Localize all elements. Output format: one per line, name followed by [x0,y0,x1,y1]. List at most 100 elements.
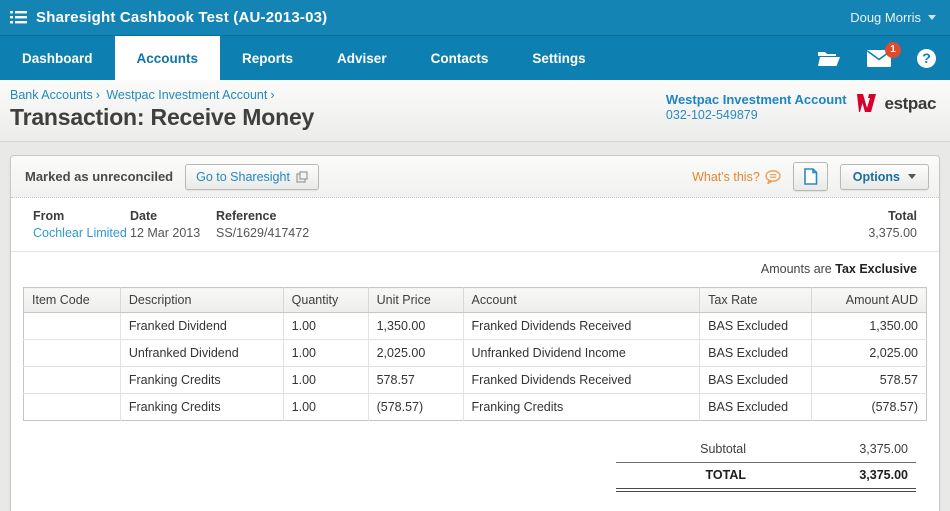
line-items-table: Item Code Description Quantity Unit Pric… [23,287,927,421]
table-row: Franking Credits 1.00 578.57 Franked Div… [23,366,927,394]
options-button[interactable]: Options [839,163,929,190]
user-menu[interactable]: Doug Morris [850,10,936,25]
transaction-meta: From Cochlear Limited Date 12 Mar 2013 R… [11,198,939,249]
tab-reports[interactable]: Reports [220,36,315,80]
cell-description: Unfranked Dividend [120,339,284,367]
reference-label: Reference [216,209,277,223]
breadcrumb: Bank Accounts › Westpac Investment Accoun… [10,88,314,102]
cell-account: Unfranked Dividend Income [463,339,701,367]
breadcrumb-westpac-account[interactable]: Westpac Investment Account [106,88,267,102]
total-value: 3,375.00 [868,226,917,240]
app-window: Sharesight Cashbook Test (AU-2013-03) Do… [0,0,950,511]
cell-description: Franked Dividend [120,312,284,340]
go-to-sharesight-button[interactable]: Go to Sharesight [185,163,319,190]
total-label: Total [888,209,917,223]
whats-this-label: What's this? [692,169,760,184]
bank-account-number: 032-102-549879 [665,108,758,122]
cell-account: Franked Dividends Received [463,312,701,340]
tab-adviser[interactable]: Adviser [315,36,409,80]
cell-quantity: 1.00 [283,366,369,394]
tab-accounts[interactable]: Accounts [114,36,221,80]
breadcrumb-bank-accounts[interactable]: Bank Accounts [10,88,93,102]
panel-header: Marked as unreconciled Go to Sharesight … [11,156,939,198]
table-row: Franked Dividend 1.00 1,350.00 Franked D… [23,312,927,340]
tab-settings[interactable]: Settings [510,36,607,80]
cell-quantity: 1.00 [283,393,369,421]
files-folder-icon[interactable] [817,49,841,67]
table-row: Franking Credits 1.00 (578.57) Franking … [23,393,927,421]
org-title: Sharesight Cashbook Test (AU-2013-03) [36,9,328,26]
help-icon[interactable]: ? [917,48,936,68]
amounts-note-mode: Tax Exclusive [835,262,917,276]
cell-account: Franking Credits [463,393,701,421]
inbox-mail-icon[interactable]: 1 [867,41,901,67]
subtotal-value: 3,375.00 [859,442,908,456]
col-account: Account [463,287,701,313]
transaction-panel: Marked as unreconciled Go to Sharesight … [10,155,940,511]
cell-quantity: 1.00 [283,339,369,367]
col-tax-rate: Tax Rate [699,287,813,313]
tab-contacts[interactable]: Contacts [409,36,511,80]
cell-tax-rate: BAS Excluded [699,393,813,421]
col-item-code: Item Code [23,287,121,313]
col-unit-price: Unit Price [368,287,464,313]
cell-tax-rate: BAS Excluded [699,366,813,394]
main-nav: Dashboard Accounts Reports Adviser Conta… [0,36,950,80]
table-row: Unfranked Dividend 1.00 2,025.00 Unfrank… [23,339,927,367]
grand-total-label: TOTAL [705,468,746,482]
go-to-sharesight-label: Go to Sharesight [196,169,290,184]
westpac-w-icon [856,94,876,112]
date-label: Date [130,209,158,223]
col-amount-aud: Amount AUD [811,287,927,313]
tab-dashboard[interactable]: Dashboard [0,36,115,80]
col-description: Description [120,287,284,313]
page-header: Bank Accounts › Westpac Investment Accoun… [0,80,950,142]
westpac-logo: estpac [856,94,937,114]
cell-amount: 578.57 [811,366,927,394]
amounts-note: Amounts are Tax Exclusive [11,252,939,285]
cell-description: Franking Credits [120,366,284,394]
cell-item-code [23,312,121,340]
cell-description: Franking Credits [120,393,284,421]
cell-amount: 1,350.00 [811,312,927,340]
breadcrumb-separator: › [95,88,100,102]
table-header-row: Item Code Description Quantity Unit Pric… [23,287,927,313]
page-title: Transaction: Receive Money [10,104,315,130]
amounts-note-prefix: Amounts are [760,262,836,276]
user-name: Doug Morris [850,10,921,25]
options-label: Options [852,169,900,184]
cell-account: Franked Dividends Received [463,366,701,394]
cell-quantity: 1.00 [283,312,369,340]
grand-total-value: 3,375.00 [859,468,908,482]
org-list-icon[interactable] [10,10,27,25]
cell-tax-rate: BAS Excluded [699,339,813,367]
document-icon [803,168,818,185]
col-quantity: Quantity [283,287,369,313]
breadcrumb-separator: › [270,88,275,102]
from-label: From [33,209,65,223]
cell-item-code [23,366,121,394]
cell-unit-price: 1,350.00 [368,312,464,340]
cell-item-code [23,393,121,421]
cell-amount: (578.57) [811,393,927,421]
cell-tax-rate: BAS Excluded [699,312,813,340]
cell-unit-price: (578.57) [368,393,464,421]
bank-account-name[interactable]: Westpac Investment Account [666,92,847,107]
speech-bubble-icon [765,169,781,184]
copy-document-button[interactable] [792,162,828,191]
date-value: 12 Mar 2013 [130,226,201,240]
content-area: Marked as unreconciled Go to Sharesight … [0,142,950,511]
whats-this-link[interactable]: What's this? [692,170,781,184]
totals-section: Subtotal 3,375.00 TOTAL 3,375.00 [616,437,916,492]
subtotal-label: Subtotal [700,442,746,456]
contact-link[interactable]: Cochlear Limited [33,226,127,240]
topbar: Sharesight Cashbook Test (AU-2013-03) Do… [0,0,950,36]
cell-amount: 2,025.00 [811,339,927,367]
westpac-logo-text: estpac [884,94,937,113]
external-link-icon [296,170,308,183]
cell-item-code [23,339,121,367]
reference-value: SS/1629/417472 [216,226,310,240]
reconcile-status: Marked as unreconciled [25,169,174,184]
chevron-down-icon [908,174,916,179]
cell-unit-price: 578.57 [368,366,464,394]
